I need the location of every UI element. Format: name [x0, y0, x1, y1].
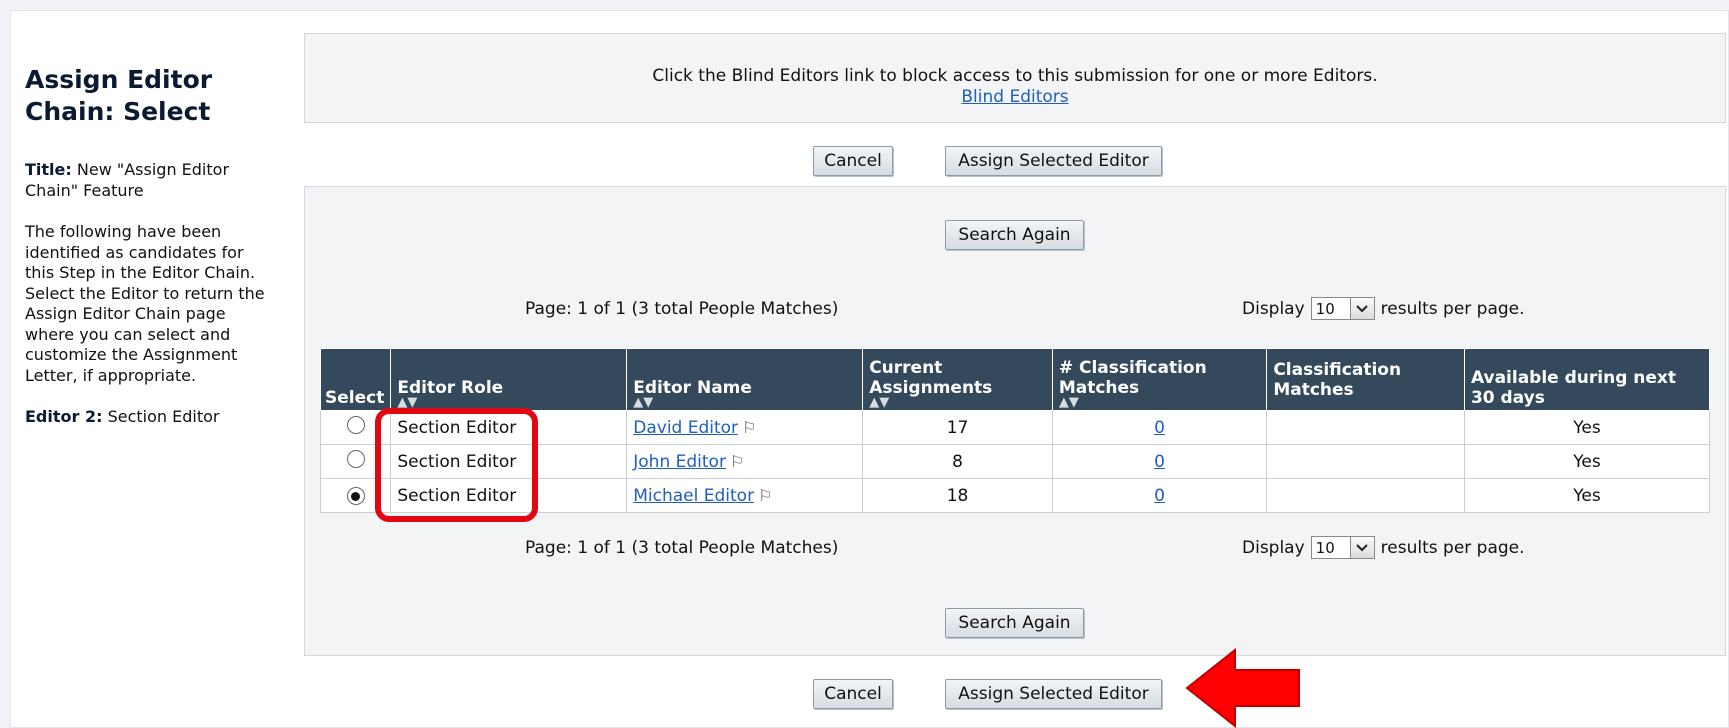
classification-cell [1266, 444, 1465, 479]
notice-link-row: Blind Editors [304, 87, 1726, 107]
notice-text: Click the Blind Editors link to block ac… [652, 66, 1378, 86]
matches-cell: 0 [1051, 410, 1268, 445]
arrow-left-icon [1185, 648, 1300, 728]
name-cell: David Editor ⚐ [626, 410, 864, 445]
cancel-button-top[interactable]: Cancel [813, 146, 893, 176]
instructions: The following have been identified as ca… [25, 222, 265, 385]
matches-link[interactable]: 0 [1154, 486, 1165, 506]
display-suffix: results per page. [1380, 537, 1525, 558]
assignments-cell: 18 [862, 478, 1053, 513]
assignments-cell: 17 [862, 410, 1053, 445]
name-cell: Michael Editor ⚐ [626, 478, 864, 513]
page-title: Assign Editor Chain: Select [25, 65, 213, 126]
assign-selected-editor-button-bottom[interactable]: Assign Selected Editor [945, 679, 1162, 709]
editor-step: Editor 2: Section Editor [25, 407, 265, 428]
editor-name-link[interactable]: David Editor [633, 418, 738, 438]
per-page-select-bottom[interactable]: 10 [1310, 536, 1375, 559]
display-prefix: Display [1242, 298, 1305, 319]
assignments-cell: 8 [862, 444, 1053, 479]
name-cell: John Editor ⚐ [626, 444, 864, 479]
sort-icon[interactable]: ▲▼ [869, 396, 1046, 409]
matches-cell: 0 [1051, 478, 1268, 513]
highlight-box [375, 408, 538, 522]
header-classification-count[interactable]: # Classification Matches ▲▼ [1051, 348, 1268, 411]
display-prefix: Display [1242, 537, 1305, 558]
pagination-info-bottom: Page: 1 of 1 (3 total People Matches) [525, 538, 839, 558]
search-again-button-bottom[interactable]: Search Again [945, 608, 1084, 638]
available-cell: Yes [1463, 410, 1711, 445]
pagination-info-top: Page: 1 of 1 (3 total People Matches) [525, 299, 839, 319]
matches-link[interactable]: 0 [1154, 418, 1165, 438]
per-page-control-bottom: Display 10 results per page. [1242, 536, 1525, 559]
table-header-row: Select Editor Role ▲▼ Editor Name ▲▼ Curre… [319, 348, 1711, 411]
sort-icon[interactable]: ▲▼ [633, 396, 856, 409]
chevron-down-icon [1349, 537, 1374, 558]
editor-radio[interactable] [346, 450, 365, 468]
assign-selected-editor-button-top[interactable]: Assign Selected Editor [945, 146, 1162, 176]
editor-step-label: Editor 2: [25, 407, 103, 426]
per-page-value: 10 [1315, 299, 1335, 318]
per-page-value: 10 [1315, 538, 1335, 557]
available-cell: Yes [1463, 478, 1711, 513]
submission-title: Title: New "Assign Editor Chain" Feature [25, 160, 265, 201]
title-label: Title: [25, 160, 72, 179]
editor-step-value: Section Editor [107, 407, 220, 426]
editor-radio-selected[interactable] [346, 487, 365, 505]
cancel-button-bottom[interactable]: Cancel [813, 679, 893, 709]
flag-icon[interactable]: ⚐ [730, 452, 744, 471]
matches-link[interactable]: 0 [1154, 452, 1165, 472]
editor-name-link[interactable]: John Editor [633, 452, 726, 472]
sort-icon[interactable]: ▲▼ [397, 396, 620, 409]
search-again-button-top[interactable]: Search Again [945, 220, 1084, 250]
header-editor-name[interactable]: Editor Name ▲▼ [626, 348, 864, 411]
per-page-select-top[interactable]: 10 [1310, 297, 1375, 320]
header-classification-matches: Classification Matches [1266, 348, 1465, 411]
blind-editors-link[interactable]: Blind Editors [961, 87, 1068, 107]
classification-cell [1266, 478, 1465, 513]
chevron-down-icon [1349, 298, 1374, 319]
matches-cell: 0 [1051, 444, 1268, 479]
flag-icon[interactable]: ⚐ [742, 418, 756, 437]
header-current-assignments[interactable]: Current Assignments ▲▼ [862, 348, 1053, 411]
sort-icon[interactable]: ▲▼ [1059, 396, 1261, 409]
header-available: Available during next 30 days [1463, 348, 1711, 411]
editor-radio[interactable] [346, 416, 365, 434]
editor-name-link[interactable]: Michael Editor [633, 486, 754, 506]
flag-icon[interactable]: ⚐ [758, 486, 772, 505]
classification-cell [1266, 410, 1465, 445]
available-cell: Yes [1463, 444, 1711, 479]
display-suffix: results per page. [1380, 298, 1525, 319]
header-editor-role[interactable]: Editor Role ▲▼ [390, 348, 628, 411]
sidebar: Assign Editor Chain: Select Title: New "… [25, 64, 265, 449]
header-select: Select [319, 348, 392, 411]
per-page-control-top: Display 10 results per page. [1242, 297, 1525, 320]
